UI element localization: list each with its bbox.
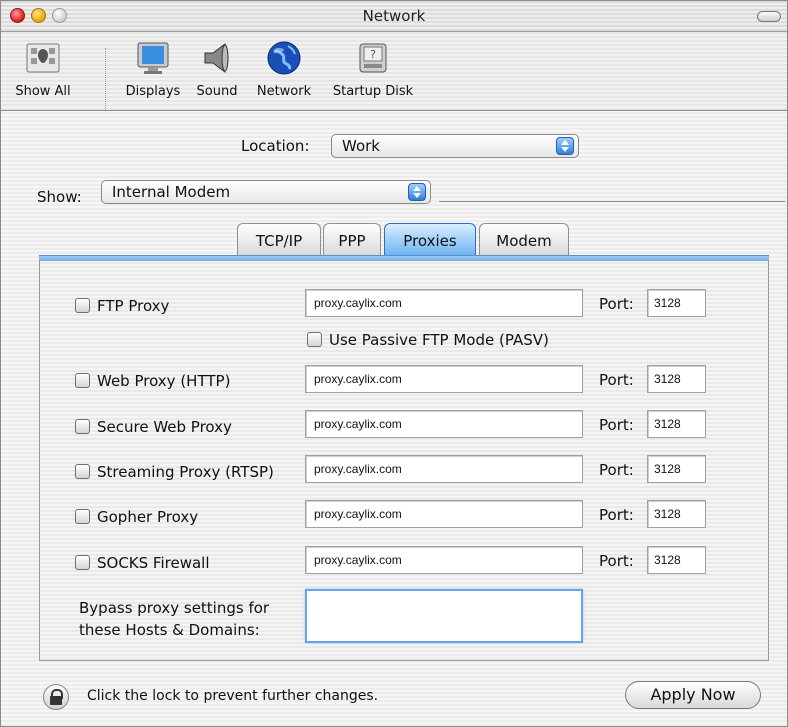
- socks-firewall-port-field[interactable]: 3128: [647, 546, 706, 574]
- toolbar-show-all[interactable]: Show All: [7, 38, 79, 99]
- network-preferences-window: Network Show All Displays Sound Network …: [0, 0, 788, 727]
- location-popup[interactable]: Work: [331, 134, 579, 158]
- lock-status-text: Click the lock to prevent further change…: [87, 688, 379, 704]
- secure-web-proxy-server-field[interactable]: proxy.caylix.com: [305, 410, 583, 438]
- socks-firewall-checkbox[interactable]: [75, 555, 90, 570]
- ftp-proxy-checkbox[interactable]: [75, 298, 90, 313]
- toolbar-label: Startup Disk: [332, 84, 414, 99]
- secure-web-proxy-checkbox[interactable]: [75, 419, 90, 434]
- show-divider: [439, 201, 785, 202]
- port-label: Port:: [599, 371, 634, 389]
- port-label: Port:: [599, 506, 634, 524]
- passive-ftp-checkbox[interactable]: [307, 332, 322, 347]
- tab-ppp[interactable]: PPP: [323, 223, 381, 255]
- tab-proxies[interactable]: Proxies: [384, 223, 476, 255]
- lock-button[interactable]: [43, 684, 69, 710]
- socks-firewall-label: SOCKS Firewall: [97, 554, 210, 572]
- toolbar-separator: [105, 48, 106, 110]
- speaker-icon: [197, 38, 237, 78]
- bypass-hosts-textarea[interactable]: [305, 589, 583, 643]
- show-label: Show:: [37, 188, 82, 206]
- tab-tcpip[interactable]: TCP/IP: [237, 223, 321, 255]
- toolbar-label: Displays: [125, 84, 181, 99]
- passive-ftp-label: Use Passive FTP Mode (PASV): [329, 331, 549, 349]
- disk-icon: ?: [353, 38, 393, 78]
- bypass-label-line2: these Hosts & Domains:: [79, 621, 260, 639]
- show-popup[interactable]: Internal Modem: [101, 180, 431, 204]
- gopher-proxy-port-field[interactable]: 3128: [647, 500, 706, 528]
- toolbar-label: Network: [256, 84, 312, 99]
- ftp-proxy-server-field[interactable]: proxy.caylix.com: [305, 289, 583, 317]
- show-all-icon: [23, 38, 63, 78]
- lock-icon-body: [50, 696, 62, 705]
- toolbar-network[interactable]: Network: [251, 38, 317, 99]
- streaming-proxy-label: Streaming Proxy (RTSP): [97, 463, 274, 481]
- tab-modem[interactable]: Modem: [479, 223, 569, 255]
- port-label: Port:: [599, 416, 634, 434]
- ftp-proxy-port-field[interactable]: 3128: [647, 289, 706, 317]
- secure-web-proxy-label: Secure Web Proxy: [97, 418, 232, 436]
- globe-icon: [264, 38, 304, 78]
- socks-firewall-server-field[interactable]: proxy.caylix.com: [305, 546, 583, 574]
- toolbar-toggle-button[interactable]: [757, 11, 781, 22]
- display-icon: [133, 38, 173, 78]
- toolbar: Show All Displays Sound Network ? Startu…: [1, 32, 787, 111]
- apply-now-button[interactable]: Apply Now: [625, 681, 761, 709]
- ftp-proxy-label: FTP Proxy: [97, 297, 170, 315]
- port-label: Port:: [599, 552, 634, 570]
- location-label: Location:: [241, 137, 310, 155]
- web-proxy-label: Web Proxy (HTTP): [97, 372, 231, 390]
- web-proxy-server-field[interactable]: proxy.caylix.com: [305, 365, 583, 393]
- port-label: Port:: [599, 295, 634, 313]
- toolbar-label: Show All: [15, 84, 71, 99]
- popup-arrows-icon: [556, 137, 574, 155]
- toolbar-label: Sound: [196, 84, 238, 99]
- gopher-proxy-checkbox[interactable]: [75, 509, 90, 524]
- web-proxy-checkbox[interactable]: [75, 373, 90, 388]
- location-value: Work: [342, 137, 380, 155]
- gopher-proxy-server-field[interactable]: proxy.caylix.com: [305, 500, 583, 528]
- secure-web-proxy-port-field[interactable]: 3128: [647, 410, 706, 438]
- svg-text:?: ?: [370, 48, 376, 61]
- port-label: Port:: [599, 461, 634, 479]
- window-title: Network: [362, 7, 426, 25]
- web-proxy-port-field[interactable]: 3128: [647, 365, 706, 393]
- streaming-proxy-server-field[interactable]: proxy.caylix.com: [305, 455, 583, 483]
- toolbar-startup-disk[interactable]: ? Startup Disk: [325, 38, 421, 99]
- streaming-proxy-checkbox[interactable]: [75, 464, 90, 479]
- streaming-proxy-port-field[interactable]: 3128: [647, 455, 706, 483]
- gopher-proxy-label: Gopher Proxy: [97, 508, 199, 526]
- toolbar-displays[interactable]: Displays: [117, 38, 189, 99]
- title-bar: Network: [1, 1, 787, 32]
- popup-arrows-icon: [408, 183, 426, 201]
- toolbar-sound[interactable]: Sound: [191, 38, 243, 99]
- show-value: Internal Modem: [112, 183, 231, 201]
- bypass-label-line1: Bypass proxy settings for: [79, 599, 270, 617]
